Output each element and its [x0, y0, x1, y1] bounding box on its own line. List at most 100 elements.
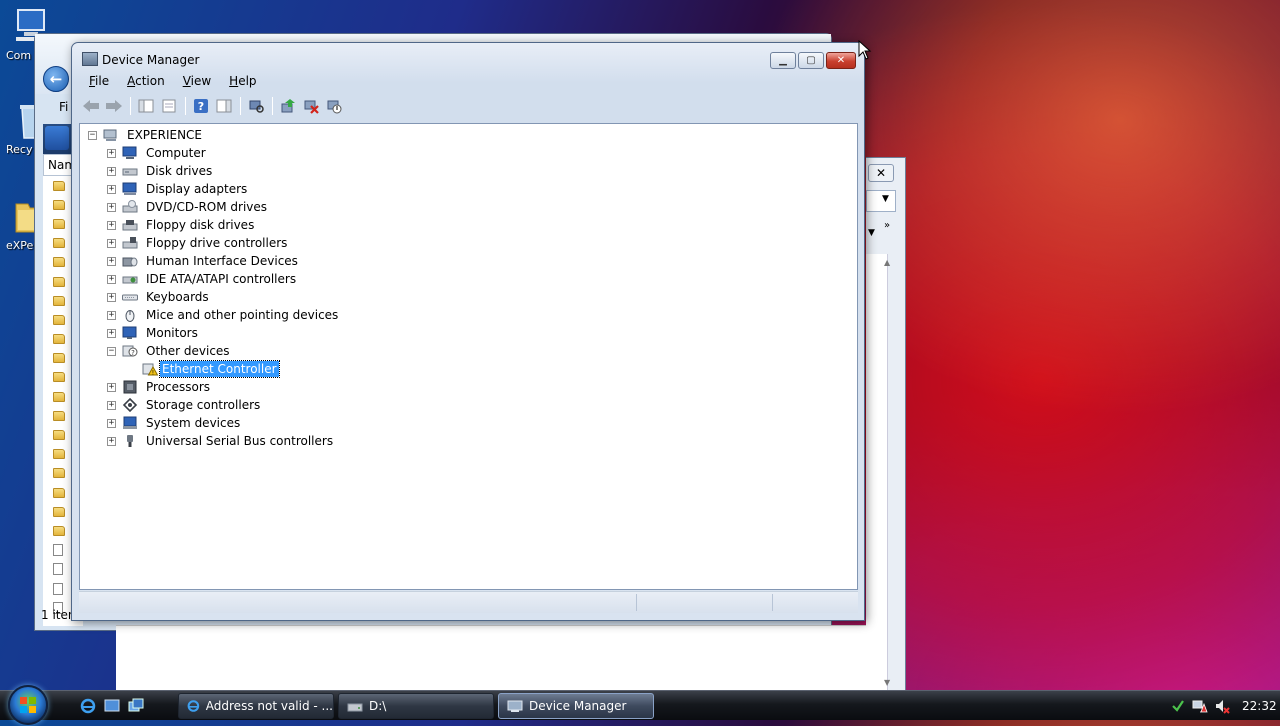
- taskbar-button-label: Device Manager: [529, 699, 627, 713]
- folder-icon: [53, 449, 65, 460]
- tree-item-dvd-cd-rom-drives[interactable]: + DVD/CD-ROM drives: [107, 198, 269, 216]
- scan-hardware-changes-button[interactable]: [245, 96, 267, 116]
- toolbar: ?: [80, 95, 346, 117]
- action-pane-button[interactable]: [213, 96, 235, 116]
- update-driver-button[interactable]: [277, 96, 299, 116]
- keyboard-icon: [122, 290, 138, 304]
- expand-icon[interactable]: +: [107, 400, 116, 410]
- network-warning-icon[interactable]: [1192, 698, 1208, 714]
- expand-icon[interactable]: +: [107, 382, 116, 392]
- properties-button[interactable]: [158, 96, 180, 116]
- tree-item-keyboards[interactable]: + Keyboards: [107, 288, 211, 306]
- tree-item-computer[interactable]: + Computer: [107, 144, 208, 162]
- close-button[interactable]: ✕: [826, 52, 856, 69]
- svg-text:?: ?: [198, 100, 204, 113]
- expand-icon[interactable]: +: [107, 220, 116, 230]
- chevron-right-icon[interactable]: »: [884, 220, 890, 231]
- menu-file[interactable]: File: [80, 73, 118, 91]
- switch-windows-icon[interactable]: [128, 698, 144, 714]
- uninstall-button[interactable]: [300, 96, 322, 116]
- tree-item-monitors[interactable]: + Monitors: [107, 324, 200, 342]
- expand-icon[interactable]: +: [107, 328, 116, 338]
- tree-root[interactable]: − EXPERIENCE: [88, 126, 204, 144]
- network-icon[interactable]: [1170, 698, 1186, 714]
- help-button[interactable]: ?: [190, 96, 212, 116]
- back-button[interactable]: [80, 96, 102, 116]
- tree-item-floppy-disk-drives[interactable]: + Floppy disk drives: [107, 216, 256, 234]
- tree-item-human-interface-devices[interactable]: + Human Interface Devices: [107, 252, 300, 270]
- expand-icon[interactable]: +: [107, 148, 116, 158]
- expand-icon[interactable]: +: [107, 292, 116, 302]
- menu-view[interactable]: View: [174, 73, 220, 91]
- scroll-down-icon[interactable]: ▼: [884, 678, 890, 687]
- status-bar: [79, 591, 858, 613]
- menu-action[interactable]: Action: [118, 73, 174, 91]
- disable-device-button[interactable]: [323, 96, 345, 116]
- title-bar[interactable]: Device Manager ▁ ▢ ✕: [72, 43, 864, 73]
- expand-icon[interactable]: +: [107, 418, 116, 428]
- back-button[interactable]: ←: [43, 66, 69, 92]
- taskbar-button-device-manager[interactable]: Device Manager: [498, 693, 654, 719]
- close-button[interactable]: ✕: [868, 164, 894, 182]
- maximize-icon: ▢: [806, 55, 816, 66]
- toolbar-separator: [272, 97, 273, 115]
- search-input[interactable]: [866, 190, 896, 212]
- tree-item-label: Floppy drive controllers: [146, 236, 288, 250]
- minimize-button[interactable]: ▁: [770, 52, 796, 69]
- device-tree-pane[interactable]: − EXPERIENCE + Computer + Disk drives +: [79, 123, 858, 590]
- tree-item-label: Processors: [146, 380, 211, 394]
- collapse-icon[interactable]: −: [88, 130, 97, 140]
- expand-icon[interactable]: +: [107, 310, 116, 320]
- menu-help[interactable]: Help: [220, 73, 265, 91]
- setup-file-icon: [53, 582, 63, 595]
- folder-icon: [53, 353, 65, 364]
- clock[interactable]: 22:32: [1242, 699, 1277, 713]
- menu-bar: File Action View Help: [80, 73, 266, 91]
- explorer-menu-label[interactable]: Fi: [59, 100, 68, 114]
- expand-icon[interactable]: +: [107, 184, 116, 194]
- background-window-right[interactable]: ✕ ▼ ▼ » ▲ ▼: [116, 157, 906, 693]
- tree-item-mice[interactable]: + Mice and other pointing devices: [107, 306, 340, 324]
- forward-button[interactable]: [103, 96, 125, 116]
- tree-item-ide-ata-atapi-controllers[interactable]: + IDE ATA/ATAPI controllers: [107, 270, 298, 288]
- tree-item-other-devices[interactable]: − ? Other devices: [107, 342, 232, 360]
- chevron-down-icon[interactable]: ▼: [882, 194, 889, 204]
- start-button[interactable]: [8, 685, 48, 725]
- device-manager-window[interactable]: Device Manager ▁ ▢ ✕ File Action View He…: [71, 42, 865, 621]
- tree-item-system-devices[interactable]: + System devices: [107, 414, 242, 432]
- tree-item-processors[interactable]: + Processors: [107, 378, 212, 396]
- expand-icon[interactable]: +: [107, 238, 116, 248]
- forward-arrow-icon: [106, 100, 122, 112]
- setup-file-icon: [53, 563, 63, 576]
- status-divider: [772, 594, 773, 611]
- show-hide-console-tree-button[interactable]: [135, 96, 157, 116]
- toolbar-separator: [240, 97, 241, 115]
- taskbar-button-drive[interactable]: D:\: [338, 693, 494, 719]
- expand-icon[interactable]: +: [107, 166, 116, 176]
- tree-item-floppy-drive-controllers[interactable]: + Floppy drive controllers: [107, 234, 289, 252]
- scroll-up-icon[interactable]: ▲: [884, 258, 890, 267]
- expand-icon[interactable]: +: [107, 274, 116, 284]
- svg-text:!: !: [152, 370, 154, 377]
- volume-muted-icon[interactable]: [1214, 698, 1230, 714]
- tree-item-ethernet-controller[interactable]: ! Ethernet Controller: [142, 360, 280, 378]
- taskbar: Address not valid - ... D:\ Device Manag…: [0, 685, 1280, 725]
- close-icon: ✕: [836, 55, 846, 66]
- tree-item-label: Keyboards: [146, 290, 209, 304]
- tree-item-label: Universal Serial Bus controllers: [146, 434, 334, 448]
- maximize-button[interactable]: ▢: [798, 52, 824, 69]
- tree-item-disk-drives[interactable]: + Disk drives: [107, 162, 214, 180]
- organize-icon[interactable]: [45, 126, 69, 150]
- taskbar-button-internet-explorer[interactable]: Address not valid - ...: [178, 693, 334, 719]
- expand-icon[interactable]: +: [107, 256, 116, 266]
- expand-icon[interactable]: +: [107, 436, 116, 446]
- chevron-down-icon[interactable]: ▼: [868, 228, 875, 238]
- show-desktop-icon[interactable]: [104, 698, 120, 714]
- tree-item-display-adapters[interactable]: + Display adapters: [107, 180, 249, 198]
- internet-explorer-icon[interactable]: [80, 698, 96, 714]
- collapse-icon[interactable]: −: [107, 346, 116, 356]
- help-icon: ?: [194, 99, 208, 113]
- tree-item-usb-controllers[interactable]: + Universal Serial Bus controllers: [107, 432, 335, 450]
- expand-icon[interactable]: +: [107, 202, 116, 212]
- tree-item-storage-controllers[interactable]: + Storage controllers: [107, 396, 262, 414]
